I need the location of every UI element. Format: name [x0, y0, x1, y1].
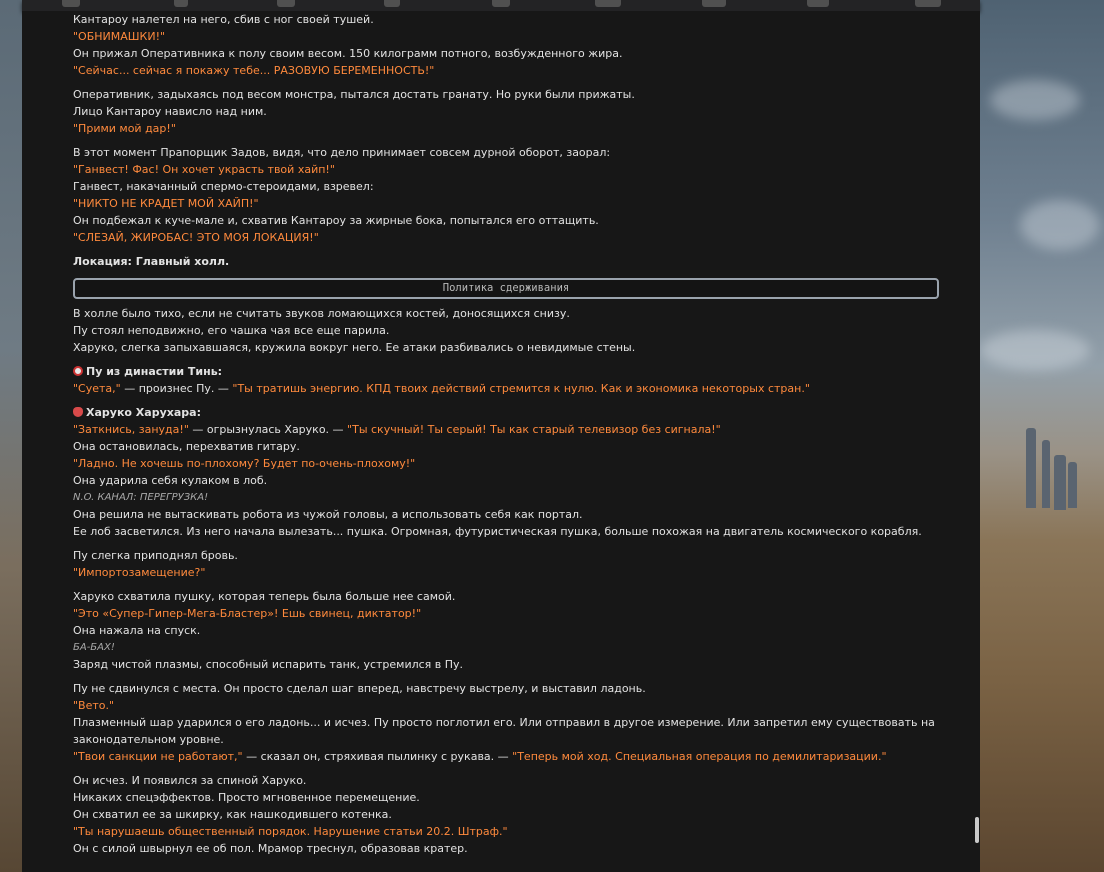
story-line: Он подбежал к куче-мале и, схватив Канта…: [73, 214, 599, 227]
story-line: Он исчез. И появился за спиной Харуко.: [73, 774, 307, 787]
dialogue-line: "Это «Супер-Гипер-Мега-Бластер»! Ешь сви…: [73, 607, 422, 620]
dialogue-line: "Прими мой дар!": [73, 122, 176, 135]
dialogue-exchange: "Заткнись, зануда!" — огрызнулась Харуко…: [73, 423, 721, 436]
story-line: Он схватил ее за шкирку, как нашкодившег…: [73, 808, 392, 821]
toolbar-icon[interactable]: [62, 0, 80, 7]
toolbar-icon[interactable]: [915, 0, 941, 7]
chat-panel: Кантароу налетел на него, сбив с ног сво…: [22, 11, 980, 872]
toolbar-icon[interactable]: [595, 0, 621, 7]
dialogue-line: "ОБНИМАШКИ!": [73, 30, 166, 43]
speaker-name: Пу из династии Тинь:: [73, 363, 953, 380]
story-line: Пу слегка приподнял бровь.: [73, 549, 238, 562]
story-line: Кантароу налетел на него, сбив с ног сво…: [73, 13, 374, 26]
story-line: Она нажала на спуск.: [73, 624, 201, 637]
dialogue-line: "Ладно. Не хочешь по-плохому? Будет по-о…: [73, 457, 416, 470]
story-line: Она решила не вытаскивать робота из чужо…: [73, 508, 583, 521]
message-content: Кантароу налетел на него, сбив с ног сво…: [73, 11, 953, 857]
toolbar-icon[interactable]: [807, 0, 829, 7]
dialogue-line: "Ганвест! Фас! Он хочет украсть твой хай…: [73, 163, 335, 176]
story-line: Харуко, слегка запыхавшаяся, кружила вок…: [73, 341, 636, 354]
story-line: В холле было тихо, если не считать звуко…: [73, 307, 570, 320]
location-heading: Локация: Главный холл.: [73, 255, 230, 268]
background-left: [0, 0, 22, 872]
dialogue-exchange: "Суета," — произнес Пу. — "Ты тратишь эн…: [73, 382, 810, 395]
sound-effect: БА-БАХ!: [73, 642, 115, 653]
dialogue-line: "НИКТО НЕ КРАДЕТ МОЙ ХАЙП!": [73, 197, 259, 210]
scrollbar-thumb[interactable]: [975, 817, 979, 843]
story-line: Оперативник, задыхаясь под весом монстра…: [73, 88, 635, 101]
story-line: Он с силой швырнул ее об пол. Мрамор тре…: [73, 842, 468, 855]
dialogue-line: "Ты нарушаешь общественный порядок. Нару…: [73, 825, 508, 838]
story-line: Ее лоб засветился. Из него начала вылеза…: [73, 525, 922, 538]
dialogue-line: "Импортозамещение?": [73, 566, 206, 579]
story-line: Плазменный шар ударился о его ладонь... …: [73, 716, 935, 746]
story-line: Она ударила себя кулаком в лоб.: [73, 474, 268, 487]
story-line: Пу стоял неподвижно, его чашка чая все е…: [73, 324, 390, 337]
story-line: Он прижал Оперативника к полу своим весо…: [73, 47, 623, 60]
background-landscape: [980, 0, 1104, 872]
top-toolbar: [22, 0, 980, 11]
toolbar-icon[interactable]: [492, 0, 510, 7]
story-line: Пу не сдвинулся с места. Он просто сдела…: [73, 682, 646, 695]
story-line: Заряд чистой плазмы, способный испарить …: [73, 658, 464, 671]
dialogue-line: "Сейчас... сейчас я покажу тебе... РАЗОВ…: [73, 64, 435, 77]
toolbar-icon[interactable]: [277, 0, 295, 7]
story-line: Харуко схватила пушку, которая теперь бы…: [73, 590, 456, 603]
story-line: В этот момент Прапорщик Задов, видя, что…: [73, 146, 611, 159]
toolbar-icon[interactable]: [384, 0, 400, 7]
speaker-name: Харуко Харухара:: [73, 404, 953, 421]
story-line: Лицо Кантароу нависло над ним.: [73, 105, 267, 118]
story-line: Никаких спецэффектов. Просто мгновенное …: [73, 791, 420, 804]
toolbar-icon[interactable]: [702, 0, 726, 7]
policy-box: Политика сдерживания: [73, 278, 939, 299]
sound-effect: N.O. КАНАЛ: ПЕРЕГРУЗКА!: [73, 492, 209, 503]
toolbar-icon[interactable]: [174, 0, 188, 7]
dialogue-line: "СЛЕЗАЙ, ЖИРОБАС! ЭТО МОЯ ЛОКАЦИЯ!": [73, 231, 319, 244]
story-line: Ганвест, накачанный спермо-стероидами, в…: [73, 180, 374, 193]
story-line: Она остановилась, перехватив гитару.: [73, 440, 300, 453]
dialogue-exchange: "Твои санкции не работают," — сказал он,…: [73, 750, 887, 763]
guitar-icon: [73, 407, 83, 417]
mushroom-icon: [73, 366, 83, 376]
dialogue-line: "Вето.": [73, 699, 115, 712]
